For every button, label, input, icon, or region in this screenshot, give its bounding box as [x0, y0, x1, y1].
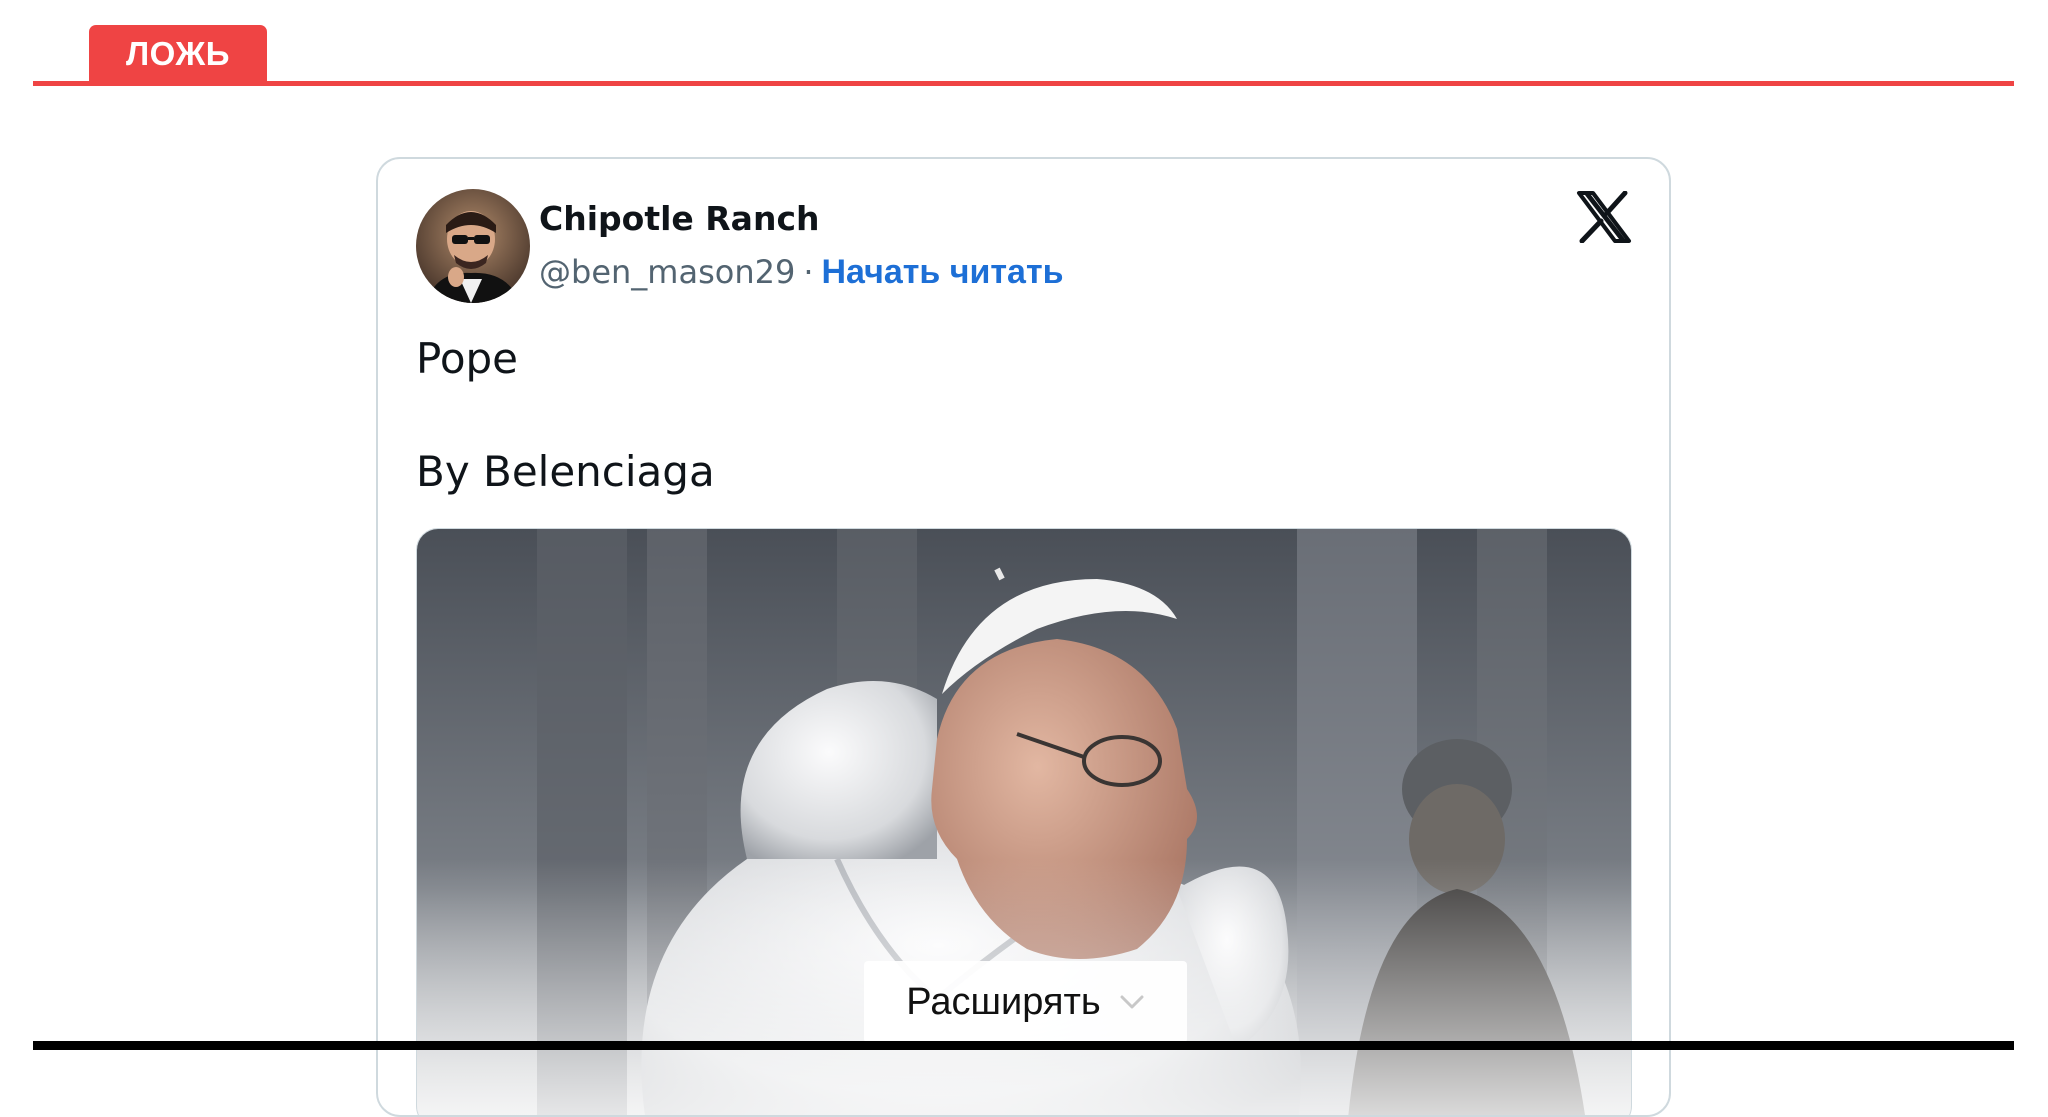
chevron-down-icon: [1120, 995, 1144, 1009]
bottom-divider: [33, 1041, 2014, 1050]
expand-button[interactable]: Расширять: [864, 961, 1187, 1043]
verdict-divider: [33, 81, 2014, 86]
tweet-card: Chipotle Ranch @ben_mason29 · Начать читат…: [376, 157, 1671, 1117]
author-meta: @ben_mason29 · Начать читать: [539, 253, 1064, 292]
meta-separator: ·: [803, 253, 814, 291]
follow-link[interactable]: Начать читать: [821, 253, 1063, 291]
author-name[interactable]: Chipotle Ranch: [539, 199, 820, 238]
avatar-image: [416, 189, 530, 303]
tweet-text-line: By Belenciaga: [416, 447, 715, 496]
expand-label: Расширять: [906, 980, 1101, 1023]
avatar[interactable]: [416, 189, 530, 303]
x-logo-icon[interactable]: [1576, 190, 1632, 244]
tweet-text-line: Pope: [416, 334, 519, 383]
author-handle[interactable]: @ben_mason29: [539, 253, 795, 291]
verdict-badge: ЛОЖЬ: [89, 25, 267, 83]
